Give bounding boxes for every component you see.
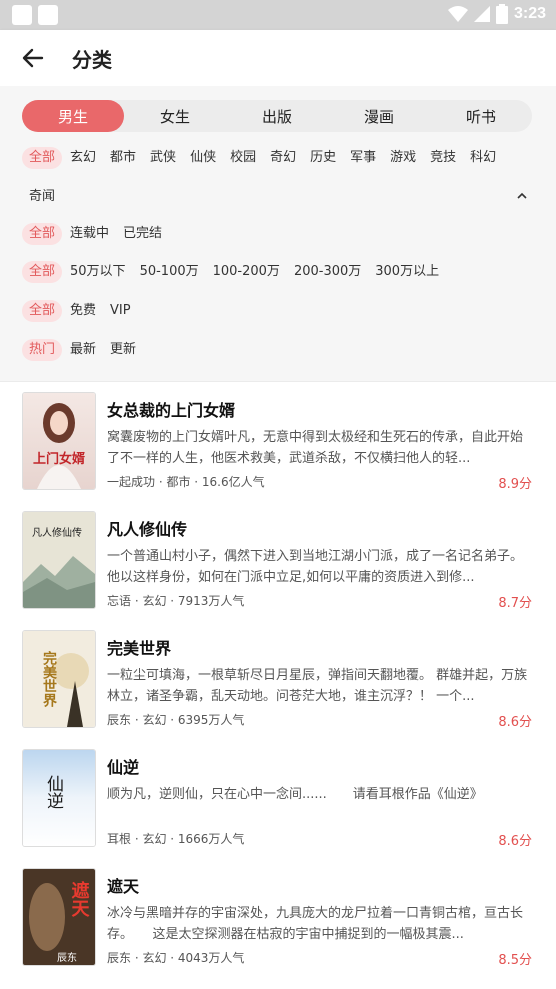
genre-chip-all[interactable]: 全部 [22,147,63,169]
back-button[interactable] [18,43,48,73]
svg-text:遮天: 遮天 [69,880,90,918]
book-description: 窝囊废物的上门女婿叶凡，无意中得到太极经和生死石的传承，自此开始了不一样的人生，… [107,430,524,466]
collapse-button[interactable] [514,188,530,204]
genre-chip[interactable]: 武侠 [150,147,176,169]
notification-icons [12,5,58,25]
clock: 3:23 [513,5,546,22]
status-filter-row: 全部 连载中 已完结 [22,223,176,245]
genre-chip[interactable]: 都市 [110,147,136,169]
book-meta: 忘语 · 玄幻 · 7913万人气 [107,594,245,608]
book-cover: 仙逆 [23,750,95,846]
book-score: 8.6分 [498,715,532,730]
arrow-left-icon [22,48,44,68]
book-score: 8.5分 [498,953,532,968]
wordcount-chip[interactable]: 200-300万 [294,261,361,283]
genre-chip[interactable]: 校园 [230,147,256,169]
genre-chip[interactable]: 玄幻 [70,147,96,169]
book-cover: 凡人修仙传 [23,512,95,608]
book-description: 顺为凡，逆则仙，只在心中一念间...... 请看耳根作品《仙逆》 [107,787,483,802]
book-score: 8.9分 [498,477,532,492]
notification-icon [12,5,32,25]
tab-male[interactable]: 男生 [22,100,124,132]
genre-chip[interactable]: 历史 [310,147,336,169]
status-chip-all[interactable]: 全部 [22,223,63,245]
book-item[interactable]: 上门女婿 女总裁的上门女婿 窝囊废物的上门女婿叶凡，无意中得到太极经和生死石的传… [0,383,556,502]
tab-audio[interactable]: 听书 [430,100,532,132]
book-title: 遮天 [107,877,140,896]
book-meta: 一起成功 · 都市 · 16.6亿人气 [107,475,265,489]
chevron-up-icon [517,192,527,199]
book-item[interactable]: 遮天 辰东 遮天 冰冷与黑暗并存的宇宙深处，九具庞大的龙尸拉着一口青铜古棺，亘古… [0,859,556,978]
price-chip[interactable]: 免费 [70,300,96,322]
status-chip[interactable]: 已完结 [123,223,162,245]
system-icons: 3:23 [447,4,546,24]
status-bar: 3:23 [0,0,556,30]
svg-text:上门女婿: 上门女婿 [33,451,86,467]
tab-female[interactable]: 女生 [124,100,226,132]
genre-chip[interactable]: 游戏 [390,147,416,169]
notification-icon [38,5,58,25]
book-meta: 耳根 · 玄幻 · 1666万人气 [107,832,245,846]
book-description: 一个普通山村小子，偶然下进入到当地江湖小门派，成了一名记名弟子。他以这样身份，如… [107,549,524,585]
genre-filter-row-2: 奇闻 [29,186,69,208]
genre-chip[interactable]: 竞技 [430,147,456,169]
sort-chip[interactable]: 更新 [110,339,136,361]
genre-chip[interactable]: 仙侠 [190,147,216,169]
book-cover: 完美世界 [23,631,95,727]
book-cover: 上门女婿 [23,393,95,489]
tab-comic[interactable]: 漫画 [328,100,430,132]
book-description: 冰冷与黑暗并存的宇宙深处，九具庞大的龙尸拉着一口青铜古棺，亘古长存。 这是太空探… [107,906,524,942]
book-description: 一粒尘可填海，一根草斩尽日月星辰，弹指间天翻地覆。 群雄并起，万族林立，诸圣争霸… [107,668,528,704]
book-cover: 遮天 辰东 [23,869,95,965]
sort-chip[interactable]: 最新 [70,339,96,361]
wordcount-filter-row: 全部 50万以下 50-100万 100-200万 200-300万 300万以… [22,261,453,283]
price-filter-row: 全部 免费 VIP [22,300,145,322]
book-item[interactable]: 凡人修仙传 凡人修仙传 一个普通山村小子，偶然下进入到当地江湖小门派，成了一名记… [0,502,556,621]
status-chip[interactable]: 连载中 [70,223,109,245]
tab-publish[interactable]: 出版 [226,100,328,132]
genre-chip[interactable]: 奇幻 [270,147,296,169]
svg-text:辰东: 辰东 [57,951,77,964]
svg-text:完美世界: 完美世界 [41,650,57,708]
book-title: 女总裁的上门女婿 [107,401,236,420]
book-meta: 辰东 · 玄幻 · 6395万人气 [107,713,245,727]
price-chip[interactable]: VIP [110,300,131,322]
wordcount-chip[interactable]: 50万以下 [70,261,126,283]
svg-text:仙逆: 仙逆 [43,775,64,809]
genre-filter-row: 全部 玄幻 都市 武侠 仙侠 校园 奇幻 历史 军事 游戏 竞技 科幻 [22,147,510,169]
book-score: 8.6分 [498,834,532,849]
sort-chip-hot[interactable]: 热门 [22,339,63,361]
genre-chip[interactable]: 军事 [350,147,376,169]
book-meta: 辰东 · 玄幻 · 4043万人气 [107,951,245,965]
signal-icon [473,6,490,22]
book-title: 完美世界 [107,639,172,658]
wordcount-chip[interactable]: 300万以上 [375,261,439,283]
book-item[interactable]: 仙逆 仙逆 顺为凡，逆则仙，只在心中一念间...... 请看耳根作品《仙逆》 耳… [0,740,556,859]
book-title: 仙逆 [107,758,140,777]
book-title: 凡人修仙传 [107,520,188,539]
page-title: 分类 [72,48,112,72]
app-bar: 分类 [0,30,556,86]
wordcount-chip[interactable]: 50-100万 [140,261,199,283]
filter-panel: 男生 女生 出版 漫画 听书 全部 玄幻 都市 武侠 仙侠 校园 奇幻 历史 军… [0,86,556,382]
book-score: 8.7分 [498,596,532,611]
svg-text:凡人修仙传: 凡人修仙传 [32,526,82,539]
genre-chip[interactable]: 奇闻 [29,186,55,208]
sort-filter-row: 热门 最新 更新 [22,339,150,361]
channel-tabs: 男生 女生 出版 漫画 听书 [22,100,532,132]
price-chip-all[interactable]: 全部 [22,300,63,322]
wordcount-chip[interactable]: 100-200万 [213,261,280,283]
genre-chip[interactable]: 科幻 [470,147,496,169]
battery-icon [495,4,508,24]
wifi-icon [447,6,468,22]
wordcount-chip-all[interactable]: 全部 [22,261,63,283]
book-item[interactable]: 完美世界 完美世界 一粒尘可填海，一根草斩尽日月星辰，弹指间天翻地覆。 群雄并起… [0,621,556,740]
